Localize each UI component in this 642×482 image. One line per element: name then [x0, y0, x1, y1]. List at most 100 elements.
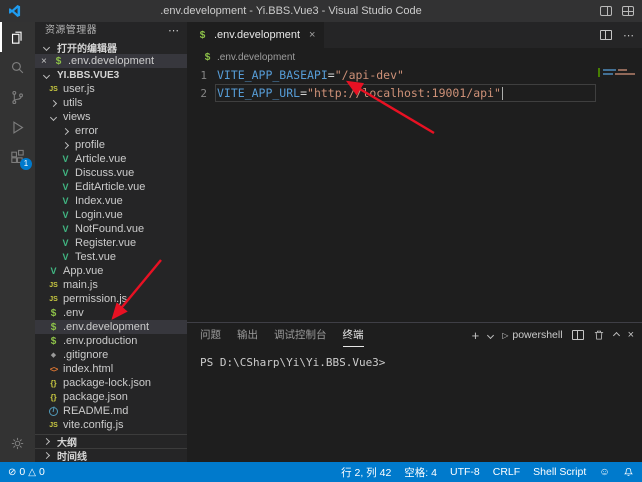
- split-terminal-icon[interactable]: [572, 330, 584, 340]
- tree-item-.env.production[interactable]: $.env.production: [35, 334, 187, 348]
- tree-item-.env[interactable]: $.env: [35, 306, 187, 320]
- chevron-down-icon: [40, 45, 53, 50]
- more-actions-icon[interactable]: ⋯: [623, 29, 634, 42]
- code-line-1[interactable]: 1VITE_APP_BASEAPI="/api-dev": [187, 66, 642, 84]
- tree-item-package.json[interactable]: {}package.json: [35, 390, 187, 404]
- close-panel-icon[interactable]: ×: [628, 329, 634, 341]
- panel-tab-终端[interactable]: 终端: [343, 323, 364, 347]
- cursor-position-status[interactable]: 行 2, 列 42: [341, 465, 391, 480]
- panel-tab-bar: 问题输出调试控制台终端: [187, 323, 364, 347]
- vue-icon: V: [59, 182, 72, 192]
- tree-item-Index.vue[interactable]: VIndex.vue: [35, 194, 187, 208]
- breadcrumb[interactable]: $ .env.development: [187, 48, 642, 66]
- file-tree: JSuser.jsutilsviewserror profileVArticle.…: [35, 82, 187, 432]
- chevron-down-icon[interactable]: [488, 333, 493, 338]
- tree-item-main.js[interactable]: JSmain.js: [35, 278, 187, 292]
- tree-item-index.html[interactable]: <>index.html: [35, 362, 187, 376]
- more-actions-icon[interactable]: ⋯: [168, 22, 179, 40]
- open-editors-header[interactable]: 打开的编辑器: [35, 40, 187, 54]
- panel-tab-调试控制台[interactable]: 调试控制台: [274, 323, 327, 347]
- vue-icon: V: [59, 238, 72, 248]
- error-icon: ⊘: [8, 467, 16, 478]
- env-icon: $: [47, 336, 60, 347]
- tree-item-App.vue[interactable]: VApp.vue: [35, 264, 187, 278]
- minimap[interactable]: [594, 66, 642, 126]
- tree-item-label: Test.vue: [75, 251, 116, 263]
- tree-item-error[interactable]: error: [35, 124, 187, 138]
- tree-item-label: Login.vue: [75, 209, 123, 221]
- tree-item-vite.config.js[interactable]: JSvite.config.js: [35, 418, 187, 432]
- info-icon: i: [49, 407, 58, 416]
- tree-item-Test.vue[interactable]: VTest.vue: [35, 250, 187, 264]
- tree-item-.env.development[interactable]: $.env.development: [35, 320, 187, 334]
- indentation-status[interactable]: 空格: 4: [404, 465, 437, 480]
- tree-item-Article.vue[interactable]: VArticle.vue: [35, 152, 187, 166]
- tree-item-label: error: [75, 125, 98, 137]
- settings-gear-button[interactable]: [0, 428, 35, 458]
- activity-item-source-control[interactable]: [0, 82, 35, 112]
- extensions-badge: 1: [20, 158, 32, 170]
- tree-item-README.md[interactable]: iREADME.md: [35, 404, 187, 418]
- editor-tab-env-development[interactable]: $ .env.development ×: [187, 22, 324, 48]
- tree-item-Login.vue[interactable]: VLogin.vue: [35, 208, 187, 222]
- timeline-section-header[interactable]: 时间线: [35, 448, 187, 462]
- new-terminal-button[interactable]: +: [472, 328, 480, 343]
- tree-item-label: .env: [63, 307, 84, 319]
- tree-item-NotFound.vue[interactable]: VNotFound.vue: [35, 222, 187, 236]
- explorer-sidebar: 资源管理器 ⋯ 打开的编辑器 × $ .env.development YI.B…: [35, 22, 187, 462]
- eol-status[interactable]: CRLF: [493, 466, 520, 478]
- title-bar: .env.development - Yi.BBS.Vue3 - Visual …: [0, 0, 642, 22]
- js-icon: JS: [47, 282, 60, 289]
- env-icon: $: [47, 322, 60, 333]
- tree-item-views[interactable]: views: [35, 110, 187, 124]
- tree-item-utils[interactable]: utils: [35, 96, 187, 110]
- split-editor-icon[interactable]: [600, 30, 612, 40]
- tree-item-label: profile: [75, 139, 105, 151]
- terminal-prompt: PS D:\CSharp\Yi\Yi.BBS.Vue3>: [200, 356, 385, 369]
- activity-item-explorer[interactable]: [0, 22, 35, 52]
- problems-status[interactable]: ⊘ 0 △ 0: [8, 466, 45, 478]
- tree-item-label: vite.config.js: [63, 419, 124, 431]
- feedback-smiley-icon[interactable]: ☺: [599, 466, 610, 478]
- maximize-panel-icon[interactable]: [614, 333, 619, 338]
- tree-item-EditArticle.vue[interactable]: VEditArticle.vue: [35, 180, 187, 194]
- panel-tab-问题[interactable]: 问题: [200, 323, 221, 347]
- tree-item-permission.js[interactable]: JSpermission.js: [35, 292, 187, 306]
- encoding-status[interactable]: UTF-8: [450, 466, 480, 478]
- line-content: VITE_APP_URL="http://localhost:19001/api…: [215, 84, 596, 102]
- terminal-tab-powershell[interactable]: ▷ powershell: [502, 329, 562, 341]
- tree-item-.gitignore[interactable]: ◆.gitignore: [35, 348, 187, 362]
- files-icon: [9, 29, 26, 46]
- activity-item-run-debug[interactable]: [0, 112, 35, 142]
- tree-item-Discuss.vue[interactable]: VDiscuss.vue: [35, 166, 187, 180]
- language-mode-status[interactable]: Shell Script: [533, 466, 586, 478]
- bottom-panel: 问题输出调试控制台终端 + ▷ powershell × PS D:\CS: [187, 322, 642, 462]
- activity-item-search[interactable]: [0, 52, 35, 82]
- layout-controls: [600, 0, 634, 22]
- chevron-right-icon: [40, 453, 53, 458]
- editor-tab-bar: $ .env.development × ⋯: [187, 22, 642, 48]
- run-debug-icon: [9, 119, 26, 136]
- open-editor-item[interactable]: × $ .env.development: [35, 54, 187, 68]
- terminal-output[interactable]: PS D:\CSharp\Yi\Yi.BBS.Vue3>: [187, 347, 642, 462]
- notifications-bell-icon[interactable]: [623, 467, 634, 478]
- close-icon[interactable]: ×: [309, 29, 315, 41]
- code-line-2[interactable]: 2VITE_APP_URL="http://localhost:19001/ap…: [187, 84, 642, 102]
- toggle-secondary-sidebar-icon[interactable]: [600, 6, 612, 16]
- tree-item-label: package.json: [63, 391, 128, 403]
- tree-item-profile[interactable]: profile: [35, 138, 187, 152]
- code-editor[interactable]: 1VITE_APP_BASEAPI="/api-dev"2VITE_APP_UR…: [187, 66, 642, 322]
- tree-item-package-lock.json[interactable]: {}package-lock.json: [35, 376, 187, 390]
- tree-item-Register.vue[interactable]: VRegister.vue: [35, 236, 187, 250]
- outline-section-header[interactable]: 大纲: [35, 434, 187, 448]
- kill-terminal-icon[interactable]: [593, 329, 605, 341]
- vue-icon: V: [59, 168, 72, 178]
- close-icon[interactable]: ×: [41, 56, 52, 67]
- tree-item-user.js[interactable]: JSuser.js: [35, 82, 187, 96]
- panel-tab-输出[interactable]: 输出: [237, 323, 258, 347]
- project-root-header[interactable]: YI.BBS.VUE3: [35, 68, 187, 82]
- vue-icon: V: [59, 210, 72, 220]
- customize-layout-icon[interactable]: [622, 6, 634, 16]
- tree-item-label: .gitignore: [63, 349, 108, 361]
- activity-item-extensions[interactable]: 1: [0, 142, 35, 172]
